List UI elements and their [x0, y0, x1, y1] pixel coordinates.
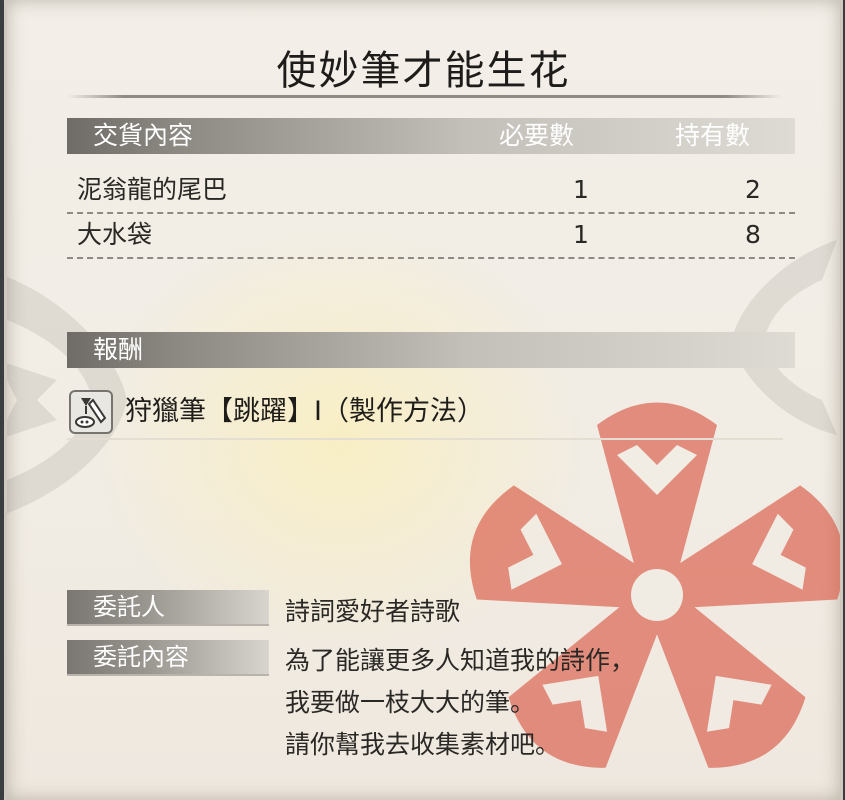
request-line: 為了能讓更多人知道我的詩作，: [285, 646, 636, 675]
request-line: 我要做一枝大大的筆。: [285, 688, 536, 717]
delivery-header-bar: 交貨內容 必要數 持有數: [67, 118, 795, 154]
request-description: 為了能讓更多人知道我的詩作， 我要做一枝大大的筆。 請你幫我去收集素材吧。: [285, 640, 635, 766]
owned-count: 8: [745, 220, 761, 249]
title-divider: [67, 95, 782, 98]
owned-count: 2: [745, 175, 761, 204]
brush-recipe-icon: [69, 390, 113, 434]
required-count: 1: [573, 175, 589, 204]
client-label: 委託人: [93, 593, 165, 621]
delivery-item-header: 交貨內容: [93, 121, 194, 150]
client-label-bar: 委託人: [67, 590, 269, 626]
delivery-item-name: 大水袋: [77, 220, 153, 249]
reward-header-bar: 報酬: [67, 332, 795, 368]
required-count: 1: [573, 220, 589, 249]
request-line: 請你幫我去收集素材吧。: [285, 730, 561, 759]
delivery-item-name: 泥翁龍的尾巴: [77, 175, 228, 204]
quest-card: 使妙筆才能生花 交貨內容 必要數 持有數 泥翁龍的尾巴 1 2 大水袋 1 8 …: [4, 0, 843, 800]
reward-item[interactable]: 狩獵筆【跳躍】Ⅰ（製作方法）: [67, 388, 783, 440]
delivery-row: 泥翁龍的尾巴 1 2: [67, 168, 795, 214]
client-name: 詩詞愛好者詩歌: [285, 597, 461, 626]
request-label-bar: 委託內容: [67, 640, 269, 676]
delivery-row: 大水袋 1 8: [67, 213, 795, 259]
required-count-header: 必要數: [499, 121, 575, 150]
request-label: 委託內容: [93, 643, 189, 671]
quest-title: 使妙筆才能生花: [276, 48, 571, 94]
reward-item-name: 狩獵筆【跳躍】Ⅰ（製作方法）: [125, 396, 484, 427]
owned-count-header: 持有數: [675, 121, 751, 150]
reward-header: 報酬: [93, 335, 144, 364]
